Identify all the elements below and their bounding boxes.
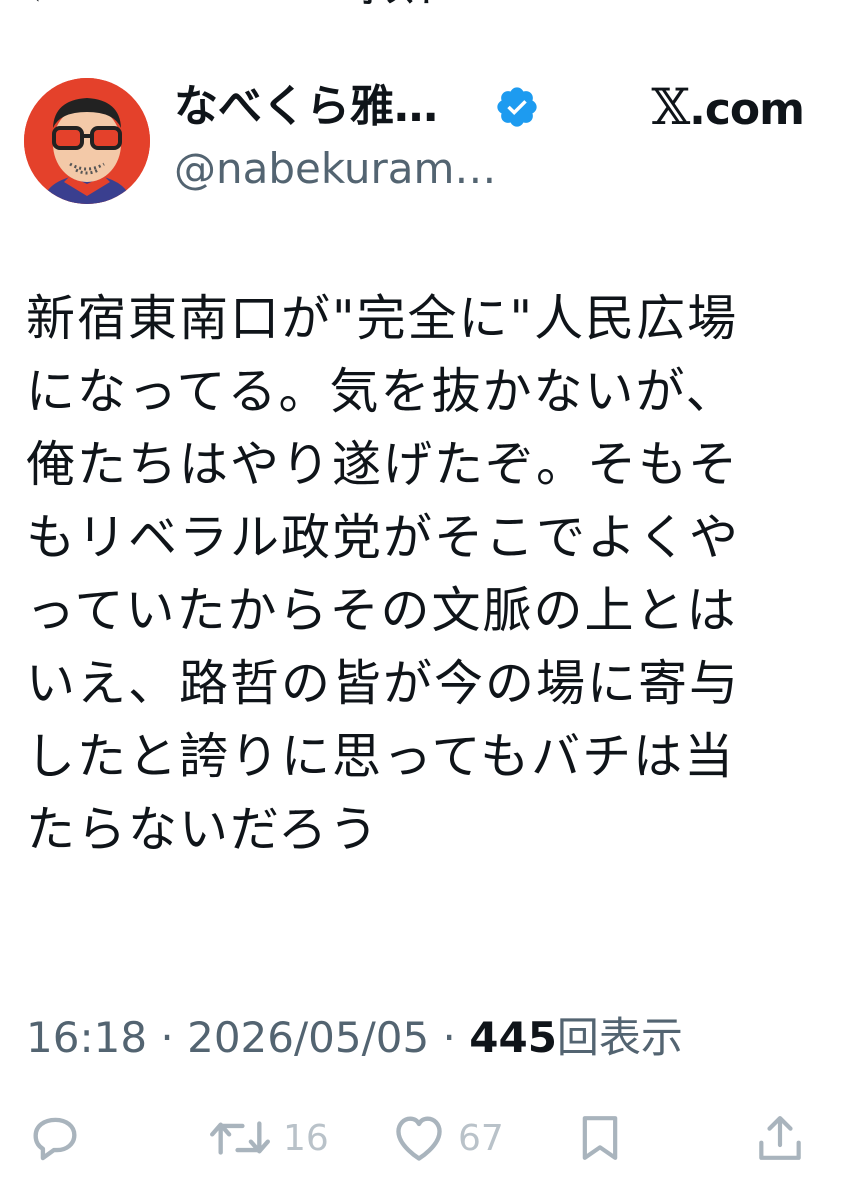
reply-button[interactable] [26, 1108, 84, 1168]
like-button[interactable]: 67 [388, 1108, 504, 1168]
action-bar: 16 67 [0, 1108, 842, 1168]
heart-icon [396, 1116, 442, 1161]
author-block: なべくら雅… @nabekuram… 𝕏.com [24, 78, 805, 208]
tweet-date[interactable]: 2026/05/05 [187, 1013, 429, 1062]
chevron-left-icon[interactable]: ‹ [28, 0, 42, 10]
avatar-illustration [24, 78, 150, 204]
views-label: 回表示 [556, 1013, 683, 1062]
retweet-icon [210, 1121, 270, 1155]
views-count: 445 [469, 1013, 557, 1062]
verified-badge-icon [494, 84, 540, 130]
tweet-text: 新宿東南口が"完全に"人民広場 になってる。気を抜かないが、 俺たちはやり遂げた… [26, 290, 741, 858]
top-bar: ‹ ポスト [0, 0, 842, 10]
x-logo-icon: 𝕏 [651, 78, 690, 136]
retweet-button[interactable]: 16 [205, 1108, 329, 1168]
tweet-time[interactable]: 16:18 [26, 1013, 147, 1062]
like-count: 67 [458, 1117, 504, 1159]
source-label: 𝕏.com [651, 82, 805, 135]
share-button[interactable] [752, 1108, 808, 1168]
source-domain: .com [689, 84, 805, 135]
tweet-meta: 16:18 · 2026/05/05 · 445回表示 [26, 1010, 683, 1066]
share-icon [759, 1116, 801, 1160]
bookmark-icon [582, 1116, 618, 1160]
bookmark-button[interactable] [572, 1108, 628, 1168]
retweet-count: 16 [283, 1117, 329, 1159]
reply-icon [33, 1117, 77, 1161]
meta-separator: · [429, 1013, 470, 1062]
meta-separator: · [147, 1013, 188, 1062]
handle[interactable]: @nabekuram… [174, 142, 496, 196]
avatar[interactable] [24, 78, 150, 204]
display-name[interactable]: なべくら雅… [174, 80, 438, 134]
header-title: ポスト [355, 0, 445, 8]
